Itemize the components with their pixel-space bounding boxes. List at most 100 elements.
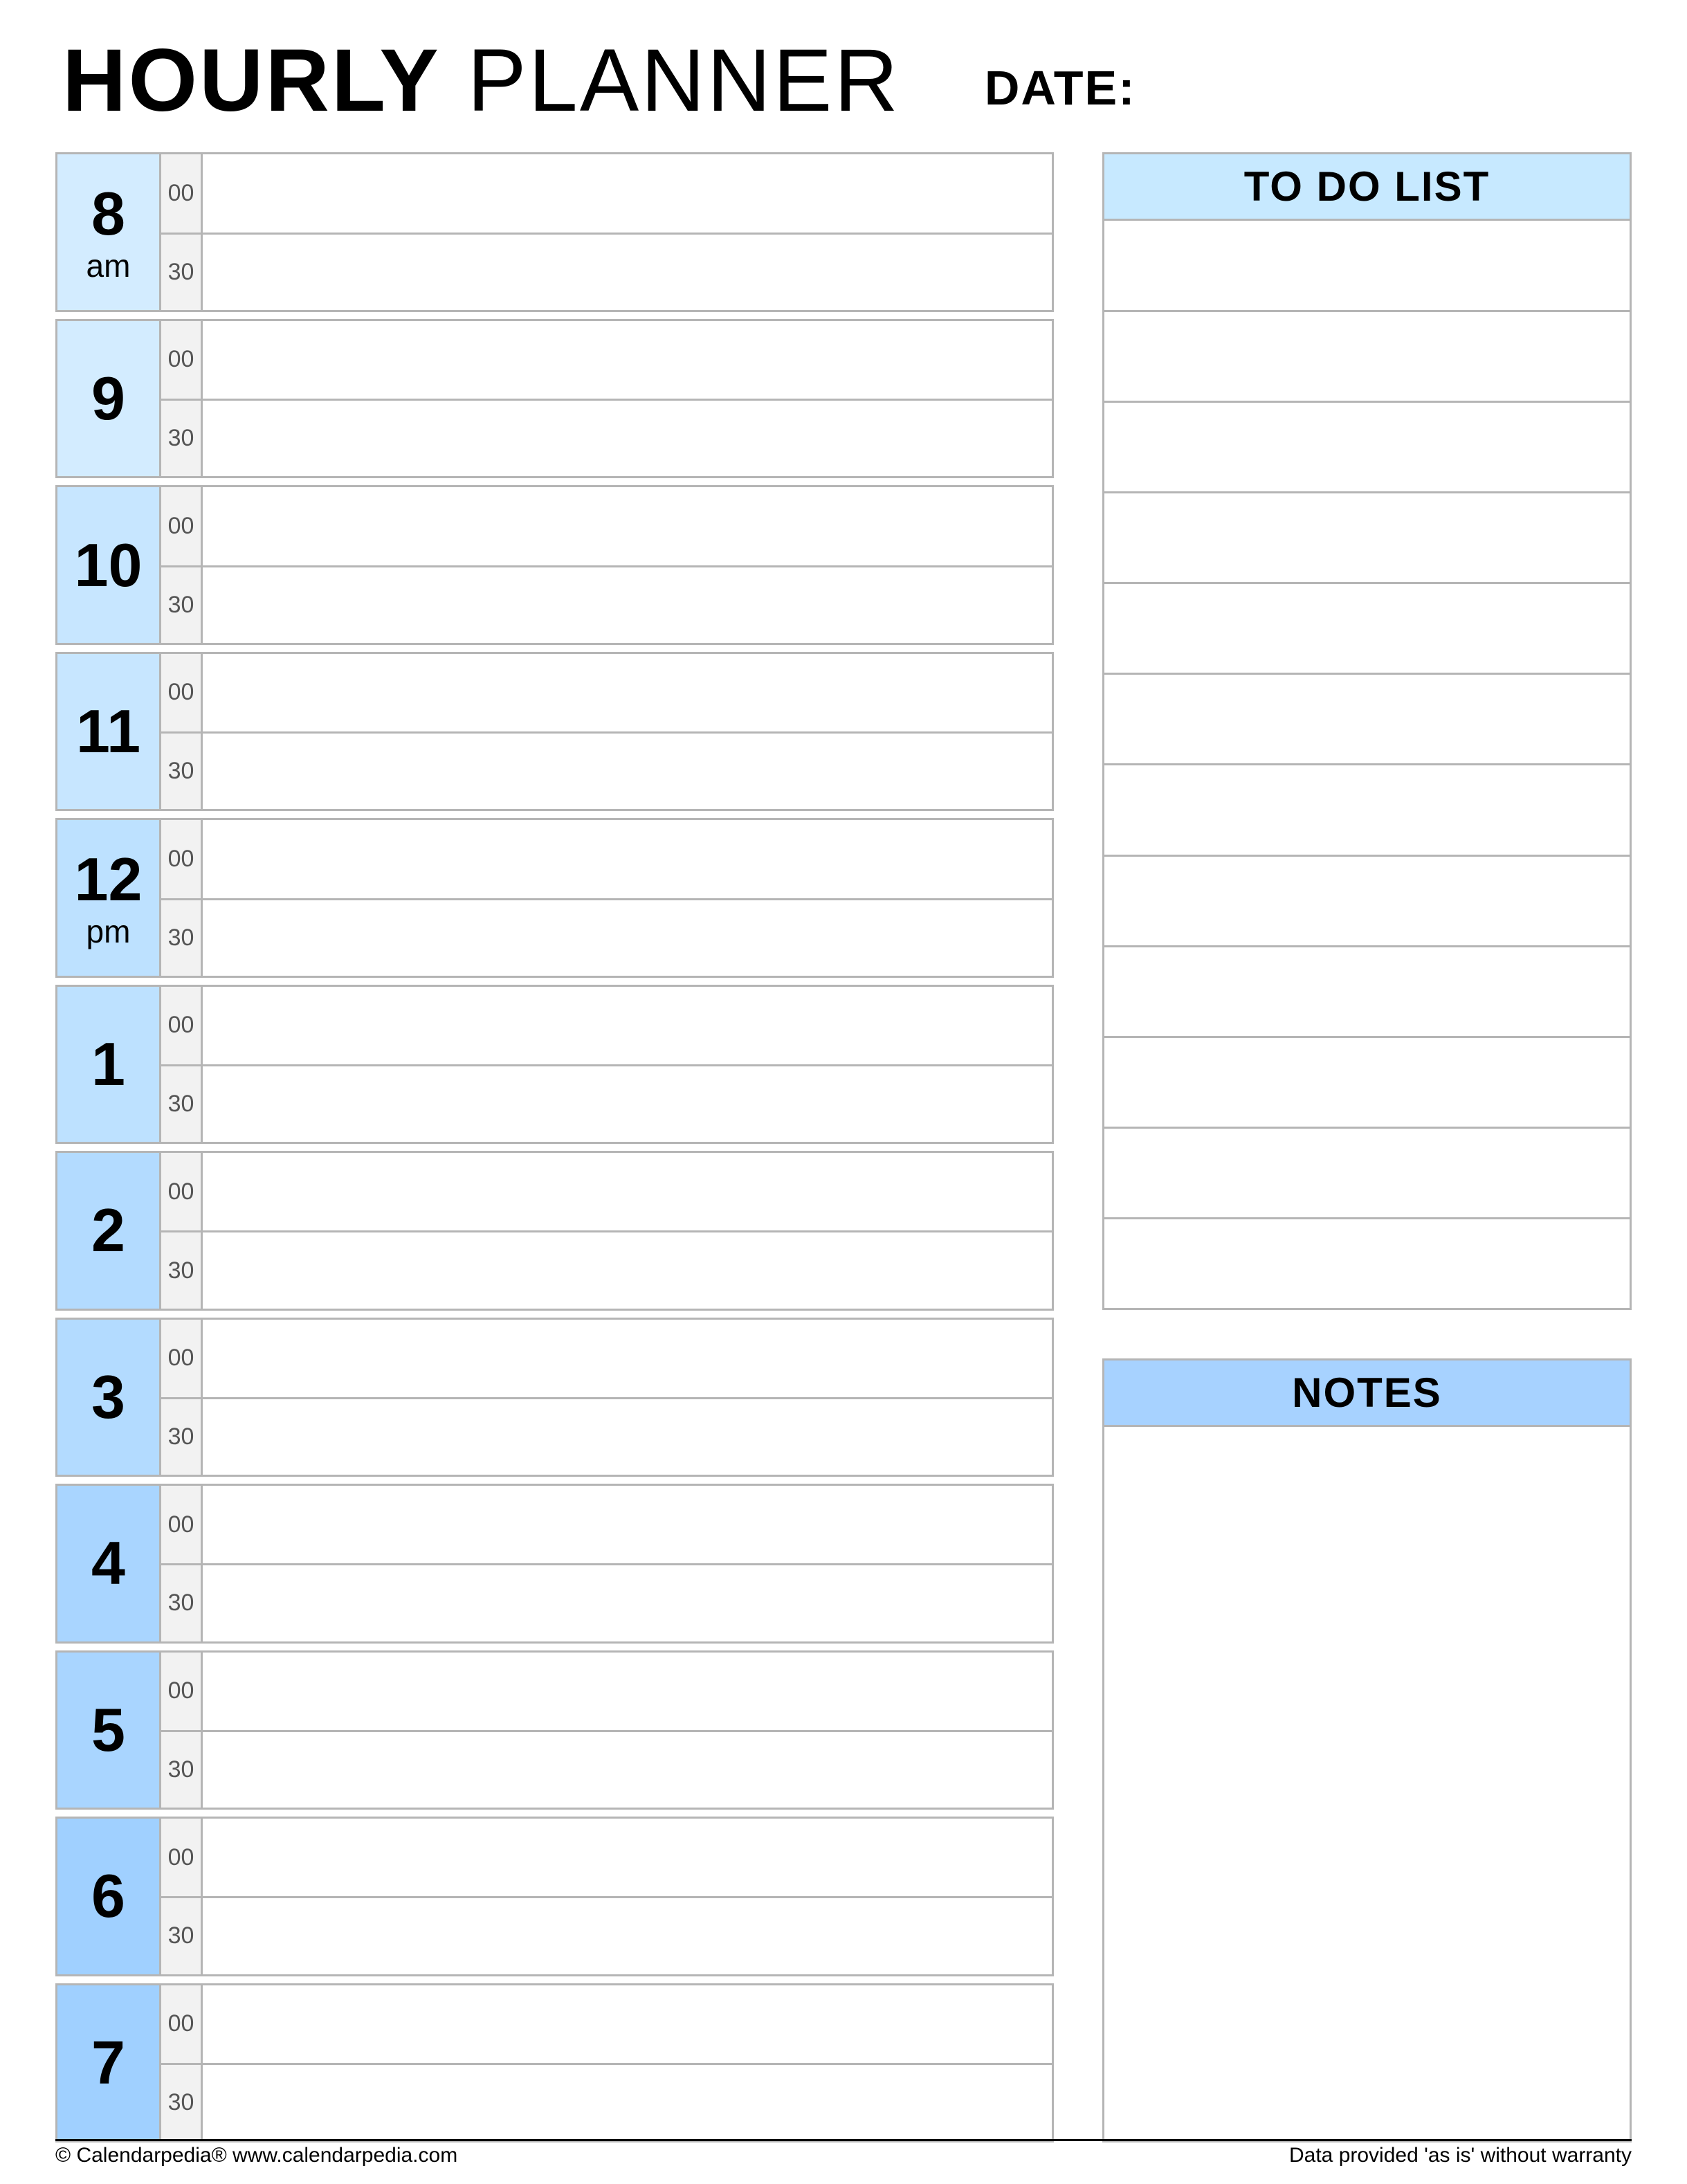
schedule-slot[interactable] [203, 1064, 1052, 1142]
minute-label: 00 [161, 1486, 201, 1563]
slot-column [203, 154, 1052, 309]
notes-header: NOTES [1104, 1361, 1630, 1427]
todo-lines [1104, 221, 1630, 1308]
hour-cell: 6 [57, 1819, 161, 1974]
minute-column: 0030 [161, 1153, 203, 1308]
minute-label: 30 [161, 2063, 201, 2140]
hour-number: 8 [91, 183, 125, 244]
slot-column [203, 1486, 1052, 1641]
minute-label: 00 [161, 1320, 201, 1397]
footer: © Calendarpedia® www.calendarpedia.com D… [55, 2139, 1632, 2167]
hour-cell: 4 [57, 1486, 161, 1641]
minute-label: 00 [161, 1985, 201, 2063]
schedule-slot[interactable] [203, 1230, 1052, 1308]
todo-line[interactable] [1104, 947, 1630, 1038]
schedule-slot[interactable] [203, 321, 1052, 399]
todo-line[interactable] [1104, 1219, 1630, 1308]
hour-cell: 2 [57, 1153, 161, 1308]
minute-label: 00 [161, 820, 201, 898]
hour-cell: 12pm [57, 820, 161, 975]
slot-column [203, 1819, 1052, 1974]
hour-cell: 9 [57, 321, 161, 476]
hour-cell: 7 [57, 1985, 161, 2140]
hour-number: 6 [91, 1866, 125, 1927]
slot-column [203, 1653, 1052, 1808]
hour-block: 7 0030 [55, 1983, 1054, 2142]
schedule-slot[interactable] [203, 399, 1052, 476]
todo-line[interactable] [1104, 675, 1630, 765]
slot-column [203, 987, 1052, 1142]
todo-box: TO DO LIST [1102, 152, 1632, 1310]
minute-column: 0030 [161, 1819, 203, 1974]
schedule-slot[interactable] [203, 565, 1052, 643]
hour-cell: 10 [57, 487, 161, 642]
schedule-slot[interactable] [203, 820, 1052, 898]
schedule-slot[interactable] [203, 154, 1052, 232]
hour-number: 1 [91, 1034, 125, 1095]
ampm-label: pm [86, 916, 131, 947]
hour-block: 20030 [55, 1151, 1054, 1310]
minute-column: 0030 [161, 1653, 203, 1808]
schedule-slot[interactable] [203, 1486, 1052, 1563]
schedule-slot[interactable] [203, 1320, 1052, 1397]
schedule-slot[interactable] [203, 898, 1052, 976]
todo-line[interactable] [1104, 857, 1630, 947]
schedule-slot[interactable] [203, 731, 1052, 809]
todo-line[interactable] [1104, 312, 1630, 403]
todo-line[interactable] [1104, 765, 1630, 856]
minute-label: 30 [161, 399, 201, 476]
minute-label: 00 [161, 1819, 201, 1896]
schedule-slot[interactable] [203, 1397, 1052, 1475]
todo-line[interactable] [1104, 493, 1630, 584]
hour-number: 3 [91, 1367, 125, 1428]
slot-column [203, 820, 1052, 975]
minute-label: 00 [161, 154, 201, 232]
schedule-slot[interactable] [203, 2063, 1052, 2140]
schedule-slot[interactable] [203, 233, 1052, 310]
hour-cell: 11 [57, 654, 161, 809]
title-light: PLANNER [441, 31, 900, 130]
minute-column: 0030 [161, 154, 203, 309]
schedule-slot[interactable] [203, 987, 1052, 1064]
schedule-slot[interactable] [203, 1563, 1052, 1641]
minute-label: 30 [161, 1896, 201, 1974]
todo-line[interactable] [1104, 403, 1630, 493]
hour-block: 110030 [55, 652, 1054, 811]
schedule-slot[interactable] [203, 1985, 1052, 2063]
hour-block: 100030 [55, 485, 1054, 644]
minute-label: 30 [161, 731, 201, 809]
todo-line[interactable] [1104, 221, 1630, 311]
minute-column: 0030 [161, 654, 203, 809]
todo-line[interactable] [1104, 1038, 1630, 1129]
footer-disclaimer: Data provided 'as is' without warranty [1289, 2144, 1632, 2167]
hour-block: 1 0030 [55, 985, 1054, 1144]
hour-block: 40030 [55, 1484, 1054, 1643]
schedule-slot[interactable] [203, 1730, 1052, 1808]
title-bold: HOURLY [62, 31, 441, 130]
minute-label: 30 [161, 1064, 201, 1142]
schedule-slot[interactable] [203, 1896, 1052, 1974]
schedule-slot[interactable] [203, 654, 1052, 731]
hour-number: 7 [91, 2032, 125, 2093]
hour-cell: 3 [57, 1320, 161, 1475]
minute-label: 00 [161, 987, 201, 1064]
minute-label: 30 [161, 1563, 201, 1641]
schedule-slot[interactable] [203, 1653, 1052, 1730]
minute-label: 00 [161, 487, 201, 565]
hour-number: 9 [91, 368, 125, 429]
schedule-slot[interactable] [203, 1819, 1052, 1896]
notes-body[interactable] [1104, 1427, 1630, 2140]
minute-column: 0030 [161, 1985, 203, 2140]
slot-column [203, 1320, 1052, 1475]
minute-column: 0030 [161, 1486, 203, 1641]
minute-column: 0030 [161, 820, 203, 975]
todo-line[interactable] [1104, 584, 1630, 675]
minute-label: 30 [161, 1397, 201, 1475]
todo-line[interactable] [1104, 1129, 1630, 1219]
schedule-slot[interactable] [203, 1153, 1052, 1230]
schedule-slot[interactable] [203, 487, 1052, 565]
minute-label: 30 [161, 233, 201, 310]
minute-column: 0030 [161, 487, 203, 642]
slot-column [203, 1985, 1052, 2140]
minute-column: 0030 [161, 321, 203, 476]
